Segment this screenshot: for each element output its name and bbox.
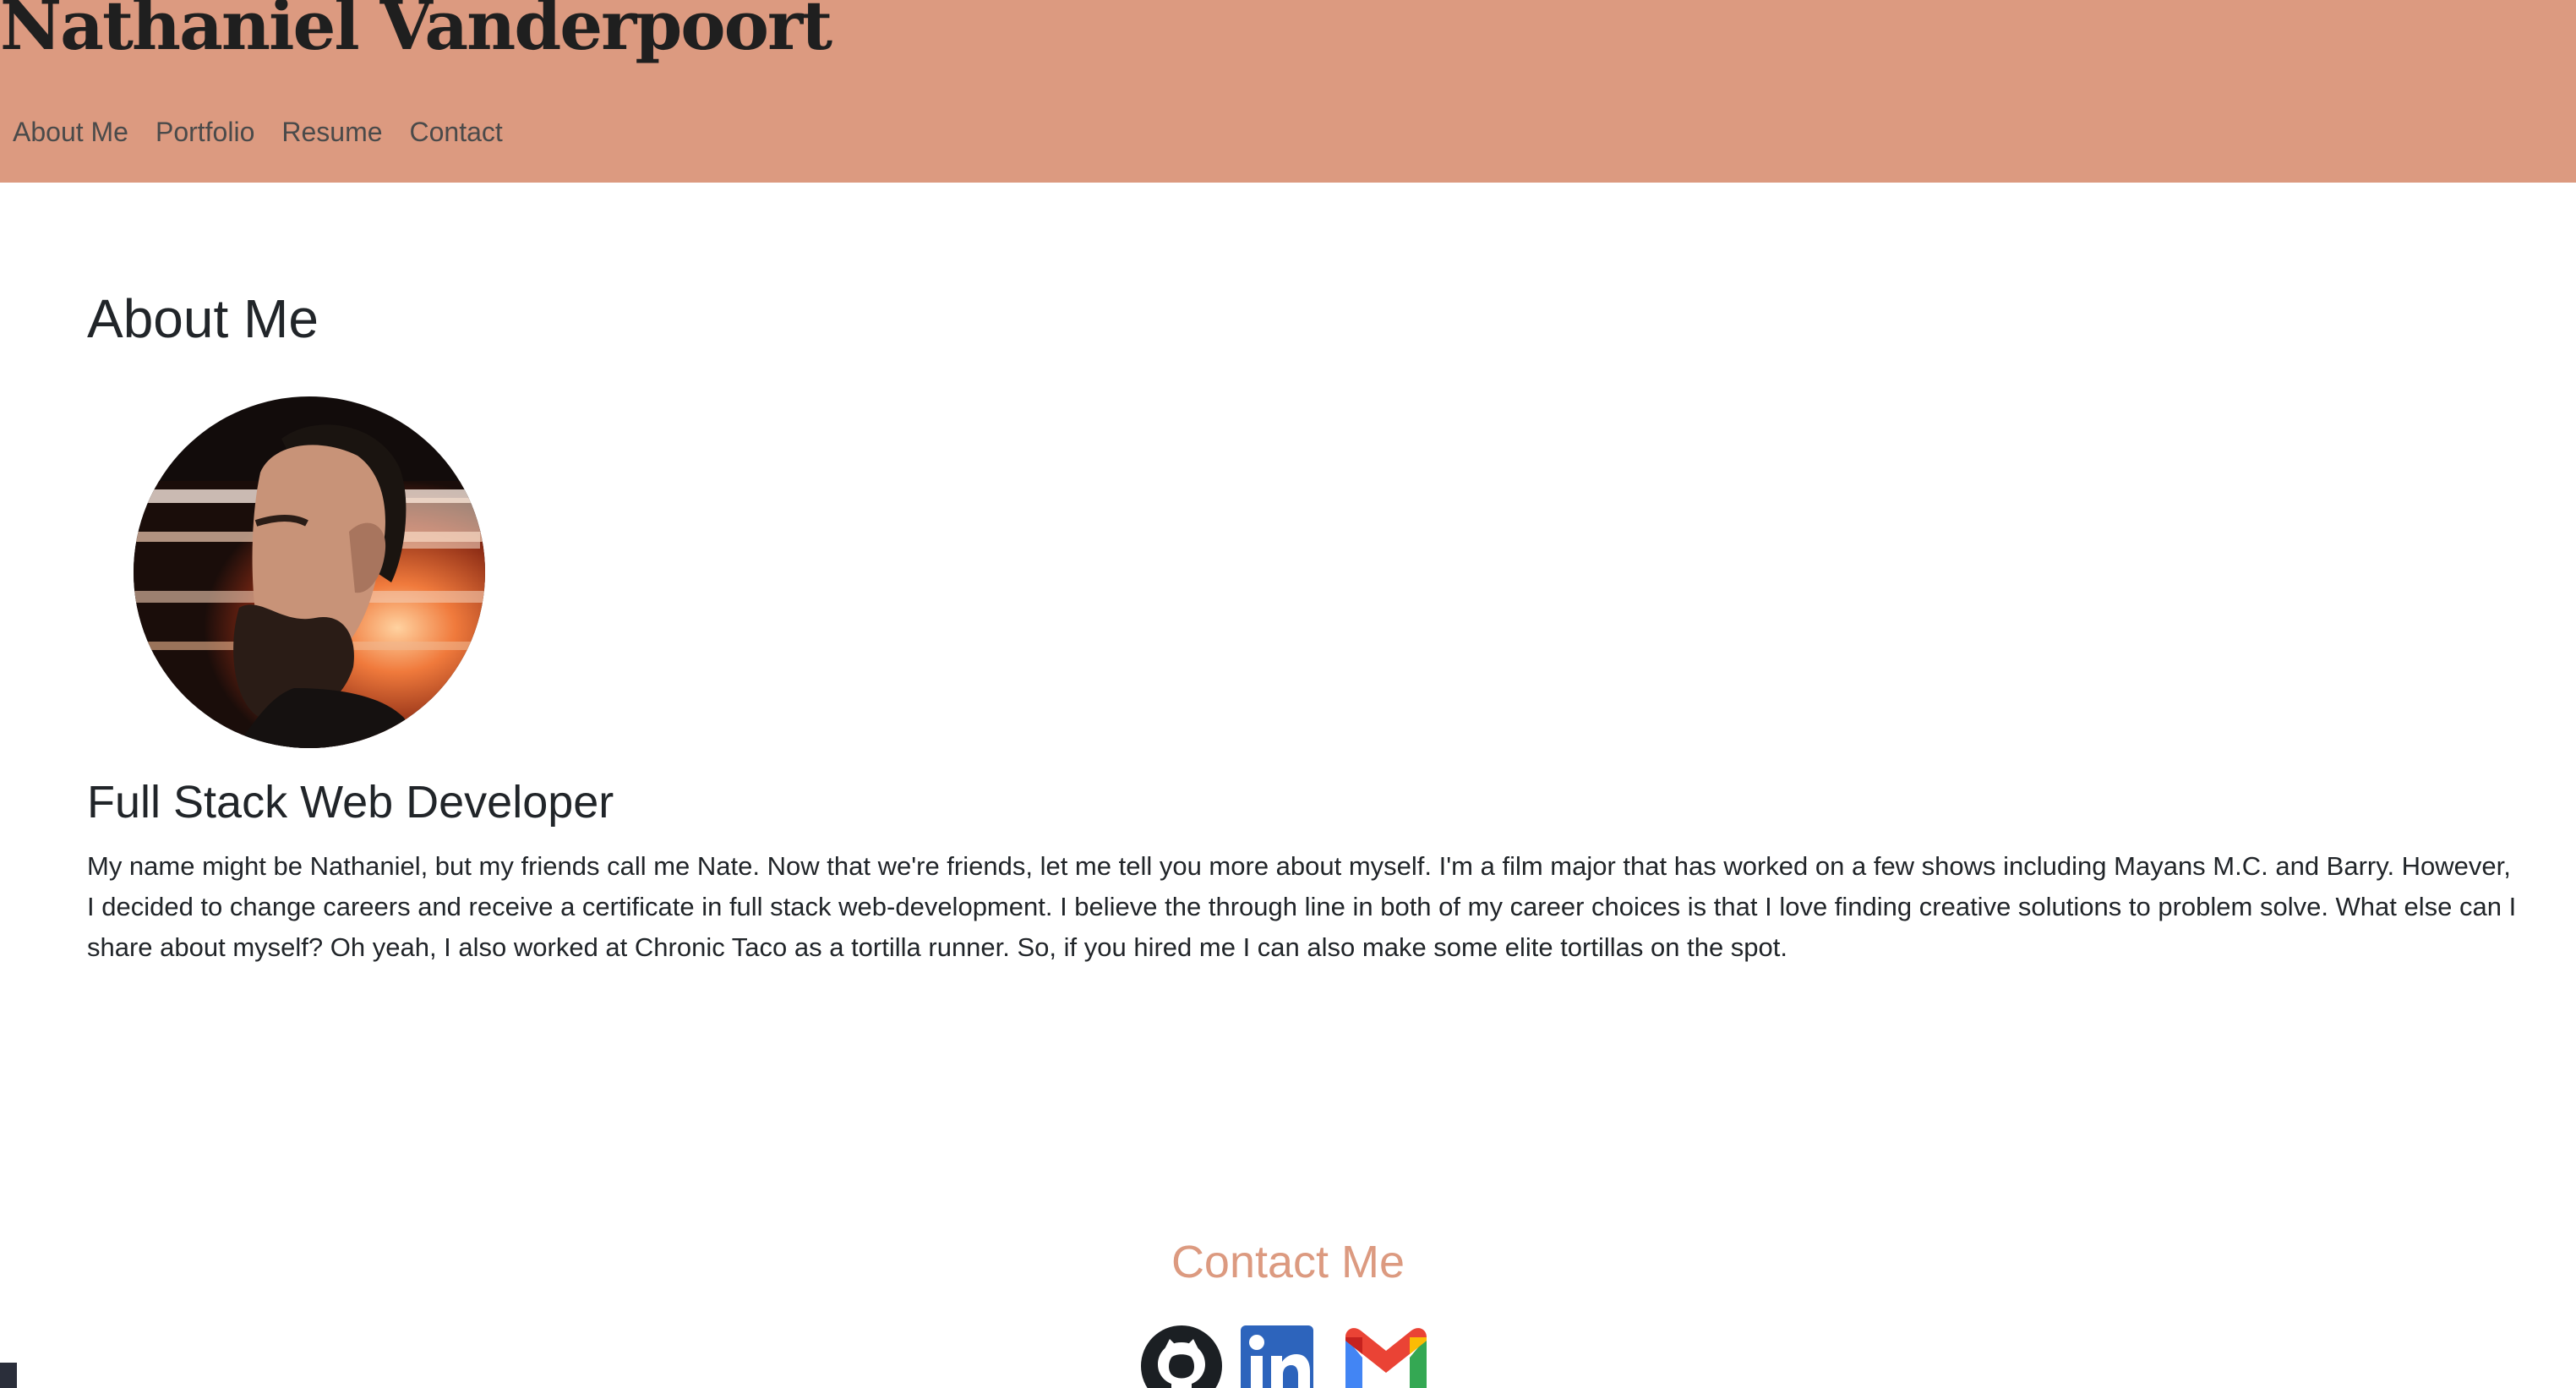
nav-link-contact[interactable]: Contact — [410, 118, 503, 145]
nav-link-resume[interactable]: Resume — [281, 118, 382, 145]
social-links — [1139, 1324, 1430, 1388]
linkedin-icon — [1241, 1325, 1313, 1388]
github-link[interactable] — [1139, 1324, 1224, 1388]
github-icon — [1141, 1325, 1222, 1388]
nav-link-about-me[interactable]: About Me — [13, 118, 128, 145]
nav-link-portfolio[interactable]: Portfolio — [156, 118, 254, 145]
window-corner — [0, 1363, 17, 1388]
gmail-link[interactable] — [1342, 1324, 1430, 1388]
role-title: Full Stack Web Developer — [87, 777, 614, 828]
main-nav: About Me Portfolio Resume Contact — [13, 118, 503, 145]
about-heading: About Me — [87, 288, 319, 349]
gmail-icon — [1345, 1328, 1427, 1388]
bio-paragraph: My name might be Nathaniel, but my frien… — [87, 851, 2517, 962]
site-header: Nathaniel Vanderpoort About Me Portfolio… — [0, 0, 2576, 183]
linkedin-link[interactable] — [1241, 1324, 1313, 1388]
contact-heading: Contact Me — [1171, 1237, 1405, 1287]
site-title: Nathaniel Vanderpoort — [0, 0, 832, 65]
profile-photo — [134, 396, 485, 748]
